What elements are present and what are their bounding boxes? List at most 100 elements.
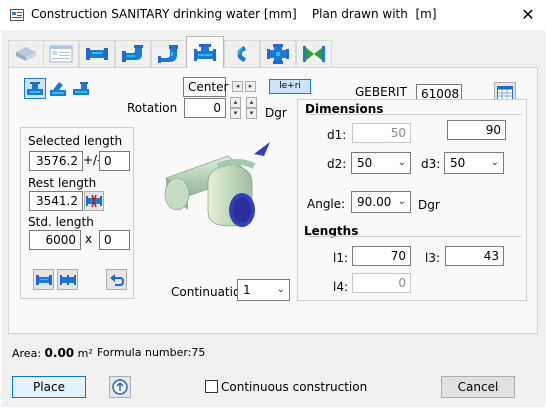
app-icon (10, 9, 24, 21)
rotation-up-button[interactable]: ▴ (230, 97, 241, 108)
align-input[interactable]: Center (183, 77, 228, 97)
align-next-button[interactable]: ▸ (245, 81, 256, 92)
std-length-input[interactable]: 6000 (29, 230, 81, 250)
upload-info-icon (112, 379, 128, 395)
chevron-down-icon: ⌄ (397, 196, 406, 207)
offset-icon (158, 45, 178, 63)
std-count-input[interactable]: 0 (99, 230, 130, 250)
dimensions-divider (306, 114, 522, 115)
d2-select[interactable]: 50 ⌄ (351, 152, 411, 174)
align-tee-side-button[interactable] (70, 78, 92, 99)
pipe-left-button[interactable] (33, 269, 54, 290)
rest-length-button[interactable] (84, 191, 104, 211)
rest-length-value: 3541.2 (29, 191, 83, 211)
d2-value: 50 (357, 156, 373, 170)
properties-icon (49, 45, 73, 63)
pipe-right-button[interactable] (57, 269, 78, 290)
continuation-value: 1 (243, 283, 251, 297)
area-display: Area: 0.00 m² (12, 346, 93, 360)
angle-value: 90.00 (357, 195, 392, 209)
rotation-unit: Dgr (265, 106, 287, 120)
tab-valve[interactable] (296, 40, 332, 67)
fitting-preview (158, 134, 274, 234)
l4-label: l4: (333, 280, 349, 294)
manufacturer-name: GEBERIT (355, 85, 407, 99)
cross-icon (267, 44, 289, 64)
d3-select[interactable]: 50 ⌄ (444, 152, 504, 174)
angle-label: Angle: (307, 197, 346, 211)
tab-strip (8, 36, 388, 68)
chevron-down-icon: ⌄ (397, 157, 406, 168)
tab-elbow[interactable] (115, 40, 151, 67)
side-button[interactable]: le+ri (269, 79, 311, 94)
d2-label: d2: (327, 157, 347, 171)
rotation-down-button[interactable]: ▾ (230, 108, 241, 119)
continuous-checkbox[interactable] (205, 380, 218, 393)
rotation-input[interactable]: 0 (184, 98, 226, 118)
formula-value: 75 (191, 346, 206, 359)
chevron-down-icon: ⌄ (490, 157, 499, 168)
std-length-label: Std. length (28, 215, 94, 229)
tab-bend[interactable] (224, 40, 260, 67)
valve-icon (303, 46, 325, 62)
d3-label: d3: (421, 157, 441, 171)
undo-button[interactable] (106, 269, 127, 290)
tab-tee[interactable] (186, 36, 224, 68)
formula-display: Formula number:75 (97, 346, 205, 359)
rotation-label: Rotation (127, 101, 178, 115)
elbow-icon (122, 45, 143, 62)
tolerance-input[interactable]: 0 (99, 151, 130, 171)
selected-length-input[interactable]: 3576.2 (29, 151, 83, 171)
straight-pipe-icon (86, 48, 108, 60)
l4-value: 0 (352, 273, 411, 293)
angle-unit: Dgr (418, 198, 440, 212)
undo-icon (109, 273, 124, 286)
bend-icon (237, 46, 246, 62)
area-value: 0.00 (44, 346, 75, 360)
l3-label: l3: (425, 251, 441, 265)
place-button[interactable]: Place (12, 376, 86, 398)
tee-angled-icon (50, 81, 66, 96)
tab-properties[interactable] (43, 40, 79, 67)
close-icon[interactable]: ✕ (517, 4, 539, 26)
rotation-step-up-button[interactable]: ▴ (246, 97, 257, 108)
l3-input[interactable]: 43 (445, 246, 504, 266)
cancel-button[interactable]: Cancel (441, 376, 515, 398)
rest-length-label: Rest length (28, 176, 97, 190)
info-button[interactable] (109, 376, 131, 398)
area-label: Area: (12, 347, 42, 360)
selected-length-label: Selected length (28, 134, 123, 148)
align-tee-down-button[interactable] (24, 78, 46, 99)
tab-cross[interactable] (260, 40, 296, 67)
align-prev-button[interactable]: ◂ (232, 81, 243, 92)
tee-icon (194, 43, 216, 61)
tab-straight-pipe[interactable] (79, 40, 115, 67)
continuous-label: Continuous construction (221, 380, 368, 394)
l1-input[interactable]: 70 (352, 246, 411, 266)
tee-down-icon (27, 81, 43, 95)
align-tee-angled-button[interactable] (47, 78, 69, 99)
lengths-divider (306, 236, 522, 237)
d3-value: 50 (450, 156, 466, 170)
tee-fitting-image (164, 142, 270, 227)
tee-side-icon (73, 81, 89, 95)
chevron-down-icon: ⌄ (276, 284, 285, 295)
std-length-times: x (85, 232, 93, 246)
d1-label: d1: (327, 128, 347, 142)
pipe-segment-icon (35, 274, 52, 285)
d1-right-input[interactable]: 90 (447, 120, 506, 140)
cut-pipe-icon (86, 194, 102, 208)
l1-label: l1: (333, 251, 349, 265)
d1-value: 50 (352, 123, 411, 143)
continuation-select[interactable]: 1 ⌄ (237, 279, 290, 301)
pipe-3d-icon (16, 47, 36, 61)
formula-label: Formula number: (97, 346, 192, 359)
angle-select[interactable]: 90.00 ⌄ (351, 191, 411, 213)
table-icon (497, 86, 513, 100)
tab-offset[interactable] (151, 40, 187, 67)
window-title: Construction SANITARY drinking water [mm… (31, 7, 437, 21)
area-unit: m² (77, 347, 93, 360)
tab-pipe-3d[interactable] (8, 40, 44, 67)
pipe-joint-icon (59, 274, 76, 285)
rotation-step-down-button[interactable]: ▾ (246, 108, 257, 119)
